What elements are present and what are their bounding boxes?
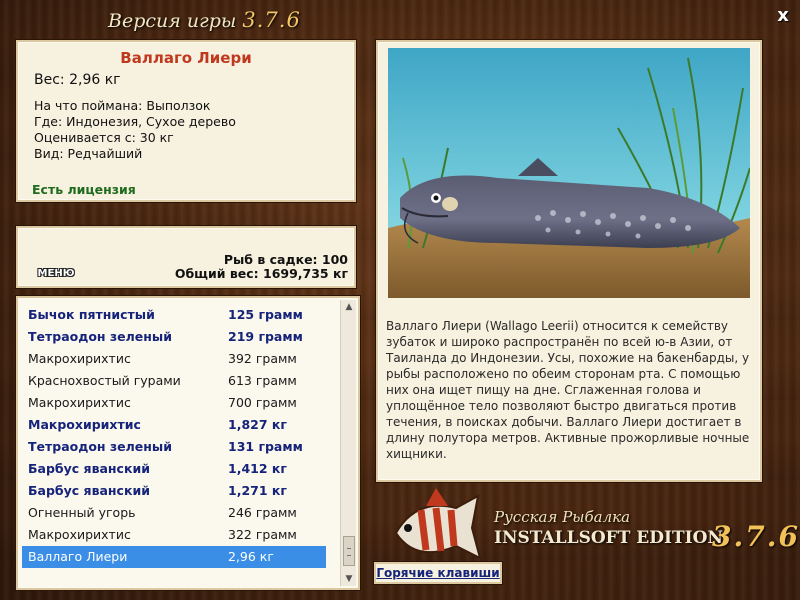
list-item-name: Барбус яванский	[28, 483, 150, 498]
fish-photo	[388, 48, 750, 298]
list-item[interactable]: Барбус яванский 1,412 кг	[22, 458, 326, 480]
list-item-name: Валлаго Лиери	[28, 549, 128, 564]
list-item[interactable]: Макрохирихтис 392 грамм	[22, 348, 326, 370]
hotkeys-link[interactable]: Горячие клавиши	[374, 562, 502, 584]
list-item-weight: 219 грамм	[228, 329, 303, 344]
list-item-name: Макрохирихтис	[28, 351, 131, 366]
cage-count: Рыб в садке: 100	[223, 252, 348, 267]
fish-weight: Вес: 2,96 кг	[34, 72, 121, 88]
list-item-weight: 246 грамм	[228, 505, 297, 520]
list-item-name: Макрохирихтис	[28, 395, 131, 410]
list-item[interactable]: Бычок пятнистый 125 грамм	[22, 304, 326, 326]
scroll-down-icon[interactable]: ▼	[341, 572, 357, 586]
list-item-weight: 1,827 кг	[228, 417, 287, 432]
list-item-weight: 700 грамм	[228, 395, 297, 410]
list-item[interactable]: Барбус яванский 1,271 кг	[22, 480, 326, 502]
rarity: Вид: Редчайший	[34, 146, 143, 161]
list-item-weight: 1,271 кг	[228, 483, 287, 498]
fish-list-panel: Бычок пятнистый 125 грамм Тетраодон зелены…	[16, 296, 360, 590]
list-item-name: Огненный угорь	[28, 505, 136, 520]
scroll-thumb[interactable]	[343, 536, 355, 566]
list-item[interactable]: Тетраодон зеленый 219 грамм	[22, 326, 326, 348]
cage-panel: МЕНЮ Рыб в садке: 100 Общий вес: 1699,73…	[16, 226, 356, 288]
list-item-name: Барбус яванский	[28, 461, 150, 476]
list-item-weight: 2,96 кг	[228, 549, 274, 564]
list-item-name: Макрохирихтис	[28, 527, 131, 542]
list-item[interactable]: Макрохирихтис 322 грамм	[22, 524, 326, 546]
list-item[interactable]: Макрохирихтис 1,827 кг	[22, 414, 326, 436]
title-version: 3.7.6	[242, 8, 301, 32]
caught-on: На что поймана: Выползок	[34, 98, 211, 113]
fish-description: Валлаго Лиери (Wallago Leerii) относится…	[386, 319, 750, 461]
fish-logo-icon	[394, 488, 482, 560]
cage-total-weight: Общий вес: 1699,735 кг	[174, 266, 348, 281]
list-item-name: Макрохирихтис	[28, 417, 141, 432]
fish-photo-illustration	[388, 48, 750, 298]
edition-version: 3.7.6	[712, 520, 800, 553]
list-item-name: Бычок пятнистый	[28, 307, 155, 322]
menu-button[interactable]: МЕНЮ	[36, 266, 76, 282]
list-item-weight: 613 грамм	[228, 373, 297, 388]
list-item-name: Тетраодон зеленый	[28, 329, 172, 344]
list-item-weight: 125 грамм	[228, 307, 303, 322]
list-item-name: Краснохвостый гурами	[28, 373, 181, 388]
list-item[interactable]: Краснохвостый гурами 613 грамм	[22, 370, 326, 392]
list-item-name: Тетраодон зеленый	[28, 439, 172, 454]
list-item-weight: 131 грамм	[228, 439, 303, 454]
catch-value: Оценивается с: 30 кг	[34, 130, 174, 145]
brand-name: Русская Рыбалка	[494, 508, 631, 526]
list-scrollbar[interactable]: ▲ ▼	[340, 300, 356, 586]
scroll-up-icon[interactable]: ▲	[341, 300, 357, 314]
window-title: Версия игры 3.7.6	[108, 8, 301, 32]
title-prefix: Версия игры	[108, 10, 237, 32]
fish-list: Бычок пятнистый 125 грамм Тетраодон зелены…	[22, 304, 326, 568]
list-item[interactable]: Тетраодон зеленый 131 грамм	[22, 436, 326, 458]
list-item-weight: 1,412 кг	[228, 461, 287, 476]
license-status: Есть лицензия	[32, 182, 136, 197]
list-item-weight: 322 грамм	[228, 527, 297, 542]
list-item[interactable]: Макрохирихтис 700 грамм	[22, 392, 326, 414]
list-item-weight: 392 грамм	[228, 351, 297, 366]
description-panel: Валлаго Лиери (Wallago Leerii) относится…	[376, 40, 762, 482]
catch-location: Где: Индонезия, Сухое дерево	[34, 114, 236, 129]
edition-name: INSTALLSOFT EDITION	[494, 528, 723, 548]
list-item[interactable]: Валлаго Лиери 2,96 кг	[22, 546, 326, 568]
close-button[interactable]: x	[773, 6, 793, 26]
game-logo: Русская Рыбалка INSTALLSOFT EDITION 3.7.…	[386, 488, 798, 568]
catch-info-panel: Валлаго Лиери Вес: 2,96 кг На что пойман…	[16, 40, 356, 202]
list-item[interactable]: Огненный угорь 246 грамм	[22, 502, 326, 524]
fish-name: Валлаго Лиери	[120, 49, 252, 67]
